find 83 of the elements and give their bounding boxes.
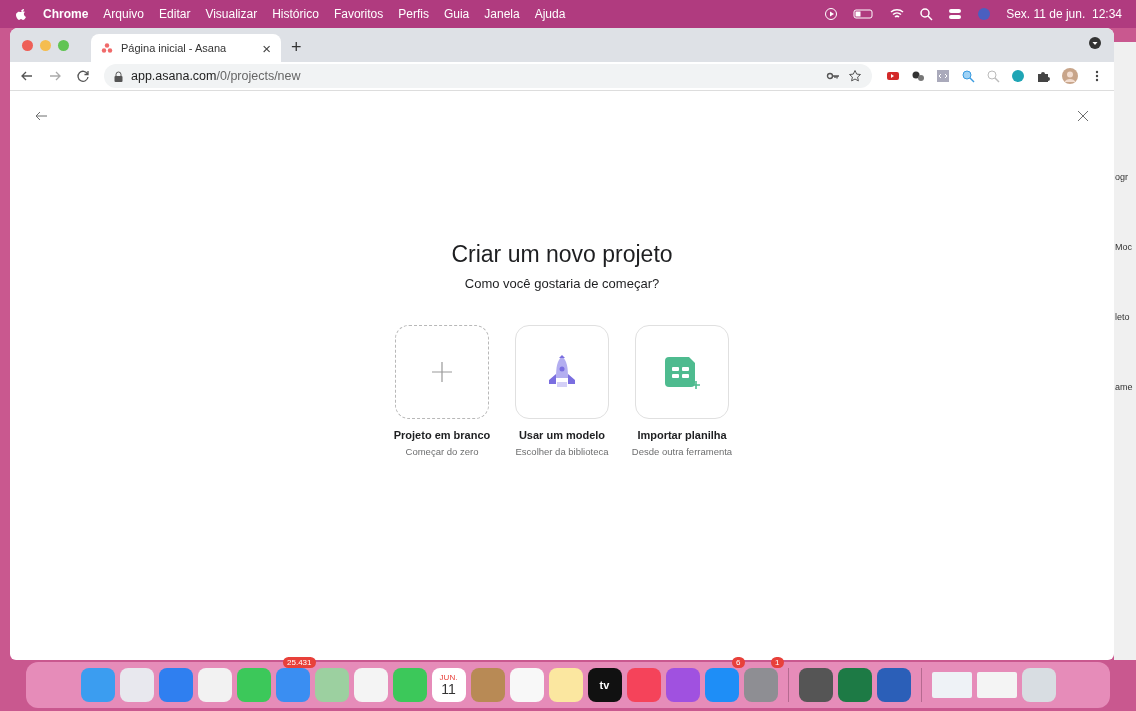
notification-badge: 1	[771, 657, 784, 668]
notification-badge: 25.431	[283, 657, 316, 668]
back-icon[interactable]	[20, 69, 34, 83]
background-text: ame	[1115, 382, 1134, 392]
tv-app-icon[interactable]: tv	[587, 668, 622, 702]
search-icon[interactable]	[919, 7, 934, 21]
code-extension-icon[interactable]	[936, 69, 950, 83]
project-option[interactable]: Usar um modelo Escolher da biblioteca	[515, 325, 609, 457]
wifi-icon[interactable]	[890, 7, 905, 21]
back-arrow-icon[interactable]	[34, 109, 48, 123]
option-caption: Começar do zero	[405, 446, 479, 457]
calendar-app-icon[interactable]: JUN. 11	[431, 668, 466, 702]
browser-tab[interactable]: Página inicial - Asana ×	[91, 34, 281, 62]
dock-app-icon[interactable]	[353, 668, 388, 702]
calendar-month: JUN.	[439, 673, 458, 682]
dock-app-icon[interactable]	[197, 668, 232, 702]
apple-logo-icon[interactable]	[14, 7, 28, 21]
background-text: Moc	[1115, 242, 1133, 252]
balls-extension-icon[interactable]	[911, 69, 925, 83]
window-thumbnail[interactable]	[931, 672, 972, 698]
close-tab-button[interactable]: ×	[262, 39, 271, 57]
plus-icon	[431, 361, 453, 383]
dock-app-icon[interactable]	[837, 668, 872, 702]
play-circle-icon[interactable]	[824, 7, 839, 21]
tv-label: tv	[599, 679, 610, 691]
puzzle-piece-icon[interactable]	[1036, 69, 1050, 83]
address-bar[interactable]: app.asana.com/0/projects/new	[104, 64, 872, 88]
window-thumbnail[interactable]	[976, 672, 1017, 698]
option-caption: Escolher da biblioteca	[515, 446, 609, 457]
menu-item[interactable]: Visualizar	[205, 7, 258, 21]
menu-item[interactable]: Favoritos	[333, 7, 384, 21]
tab-title: Página inicial - Asana	[121, 42, 228, 54]
new-tab-button[interactable]: +	[291, 37, 302, 58]
page-subtitle: Como você gostaria de começar?	[464, 276, 660, 291]
reload-icon[interactable]	[76, 69, 90, 83]
background-text: leto	[1115, 312, 1131, 322]
menu-clock[interactable]: Sex. 11 de jun. 12:34	[1006, 7, 1122, 21]
calendar-day: 11	[441, 682, 456, 697]
menu-item[interactable]: Guia	[443, 7, 470, 21]
magnifier-extension-icon[interactable]	[961, 69, 975, 83]
forward-icon[interactable]	[48, 69, 62, 83]
dock-app-icon[interactable]	[626, 668, 661, 702]
dock-app-icon[interactable]	[470, 668, 505, 702]
option-label: Projeto em branco	[393, 429, 491, 441]
option-label: Importar planilha	[637, 429, 727, 441]
option-caption: Desde outra ferramenta	[631, 446, 733, 457]
dock-app-icon[interactable]	[876, 668, 911, 702]
notification-badge: 6	[732, 657, 745, 668]
three-dots-logo-icon[interactable]	[101, 42, 113, 54]
star-icon[interactable]	[848, 69, 862, 83]
dock-app-icon[interactable]	[704, 668, 739, 702]
dock-app-icon[interactable]	[158, 668, 193, 702]
zoom-window-button[interactable]	[58, 39, 69, 51]
dock-app-icon[interactable]	[665, 668, 700, 702]
dropdown-icon[interactable]	[1088, 36, 1102, 50]
menu-item[interactable]: Janela	[484, 7, 520, 21]
close-window-button[interactable]	[22, 39, 33, 51]
menu-item[interactable]: Histórico	[272, 7, 319, 21]
close-icon[interactable]	[1076, 109, 1090, 123]
dock-app-icon[interactable]	[119, 668, 154, 702]
menu-app-name[interactable]: Chrome	[43, 7, 89, 21]
dock-app-icon[interactable]	[548, 668, 583, 702]
video-extension-icon[interactable]	[886, 69, 900, 83]
page-title: Criar um novo projeto	[451, 241, 673, 268]
dock-app-icon[interactable]	[509, 668, 544, 702]
background-text: ogr	[1115, 172, 1129, 182]
lock-icon	[114, 70, 123, 82]
dock-app-icon[interactable]	[743, 668, 778, 702]
toggles-icon[interactable]	[948, 7, 963, 21]
dock-app-icon[interactable]	[1021, 668, 1056, 702]
menu-item[interactable]: Ajuda	[534, 7, 566, 21]
dock-app-icon[interactable]	[798, 668, 833, 702]
dock-app-icon[interactable]	[314, 668, 349, 702]
profile-avatar-icon[interactable]	[1061, 67, 1079, 85]
dock-app-icon[interactable]	[275, 668, 310, 702]
minimize-window-button[interactable]	[40, 39, 51, 51]
menu-item[interactable]: Editar	[159, 7, 191, 21]
menu-item[interactable]: Perfis	[398, 7, 429, 21]
option-label: Usar um modelo	[518, 429, 606, 441]
battery-icon[interactable]	[853, 7, 876, 21]
zoom-extension-icon[interactable]	[986, 69, 1000, 83]
menu-item[interactable]: Arquivo	[103, 7, 145, 21]
project-option[interactable]: Projeto em branco Começar do zero	[395, 325, 489, 457]
